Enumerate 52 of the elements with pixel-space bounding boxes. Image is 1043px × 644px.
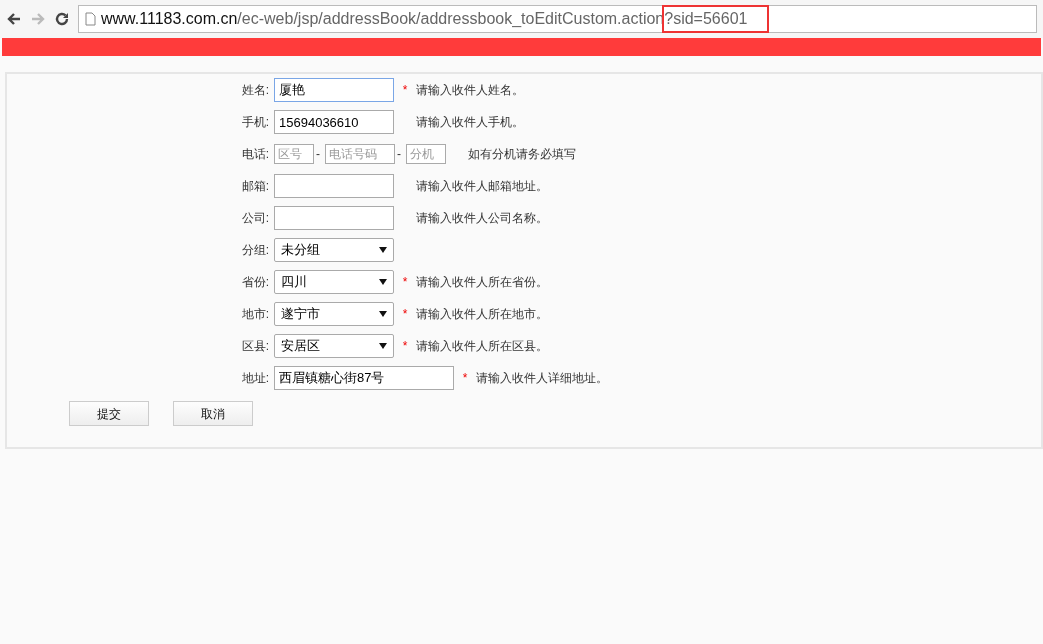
required-mark: * (401, 338, 409, 355)
required-mark: * (461, 370, 469, 387)
dropdown-arrow-icon (379, 247, 387, 253)
hint-text: 请输入收件人邮箱地址。 (416, 178, 548, 195)
required-mark: * (401, 274, 409, 291)
hint-text: 请输入收件人手机。 (416, 114, 524, 131)
input-field[interactable] (274, 206, 394, 230)
input-field[interactable]: 电话号码 (325, 144, 395, 164)
url-query: ?sid=56601 (664, 7, 768, 31)
url-host: www.11183.com.cn (101, 9, 238, 29)
dropdown-arrow-icon (379, 311, 387, 317)
separator-text: - (316, 146, 320, 163)
required-mark: * (401, 306, 409, 323)
hint-text: 请输入收件人所在区县。 (416, 338, 548, 355)
field-label: 公司: (240, 210, 269, 227)
input-field[interactable]: 分机 (406, 144, 446, 164)
form-button[interactable]: 提交 (69, 401, 149, 426)
back-arrow-icon[interactable] (6, 11, 22, 27)
dropdown[interactable]: 安居区 (274, 334, 394, 358)
field-label: 地址: (240, 370, 269, 387)
field-label: 地市: (240, 306, 269, 323)
hint-text: 请输入收件人姓名。 (416, 82, 524, 99)
page-icon (85, 12, 96, 26)
field-label: 区县: (240, 338, 269, 355)
input-field[interactable]: 区号 (274, 144, 314, 164)
field-label: 省份: (240, 274, 269, 291)
input-field[interactable]: 厦艳 (274, 78, 394, 102)
dropdown-arrow-icon (379, 279, 387, 285)
field-label: 邮箱: (240, 178, 269, 195)
input-field[interactable]: 西眉镇糖心街87号 (274, 366, 454, 390)
hint-text: 请输入收件人详细地址。 (476, 370, 608, 387)
dropdown[interactable]: 四川 (274, 270, 394, 294)
field-label: 电话: (240, 146, 269, 163)
field-label: 姓名: (240, 82, 269, 99)
field-label: 分组: (240, 242, 269, 259)
input-field[interactable] (274, 174, 394, 198)
address-bar[interactable]: www.11183.com.cn/ec-web/jsp/addressBook/addressbook_toEditCustom.action?sid=56601 (78, 5, 1037, 33)
hint-text: 请输入收件人所在地市。 (416, 306, 548, 323)
dropdown-arrow-icon (379, 343, 387, 349)
input-field[interactable]: 15694036610 (274, 110, 394, 134)
form-button[interactable]: 取消 (173, 401, 253, 426)
forward-arrow-icon[interactable] (30, 11, 46, 27)
hint-text: 请输入收件人公司名称。 (416, 210, 548, 227)
dropdown[interactable]: 遂宁市 (274, 302, 394, 326)
separator-text: - (397, 146, 401, 163)
reload-icon[interactable] (54, 11, 70, 27)
url-path: /ec-web/jsp/addressBook/addressbook_toEditCustom.action (237, 9, 665, 29)
hint-text: 如有分机请务必填写 (468, 146, 576, 163)
dropdown[interactable]: 未分组 (274, 238, 394, 262)
hint-text: 请输入收件人所在省份。 (416, 274, 548, 291)
field-label: 手机: (240, 114, 269, 131)
required-mark: * (401, 82, 409, 99)
